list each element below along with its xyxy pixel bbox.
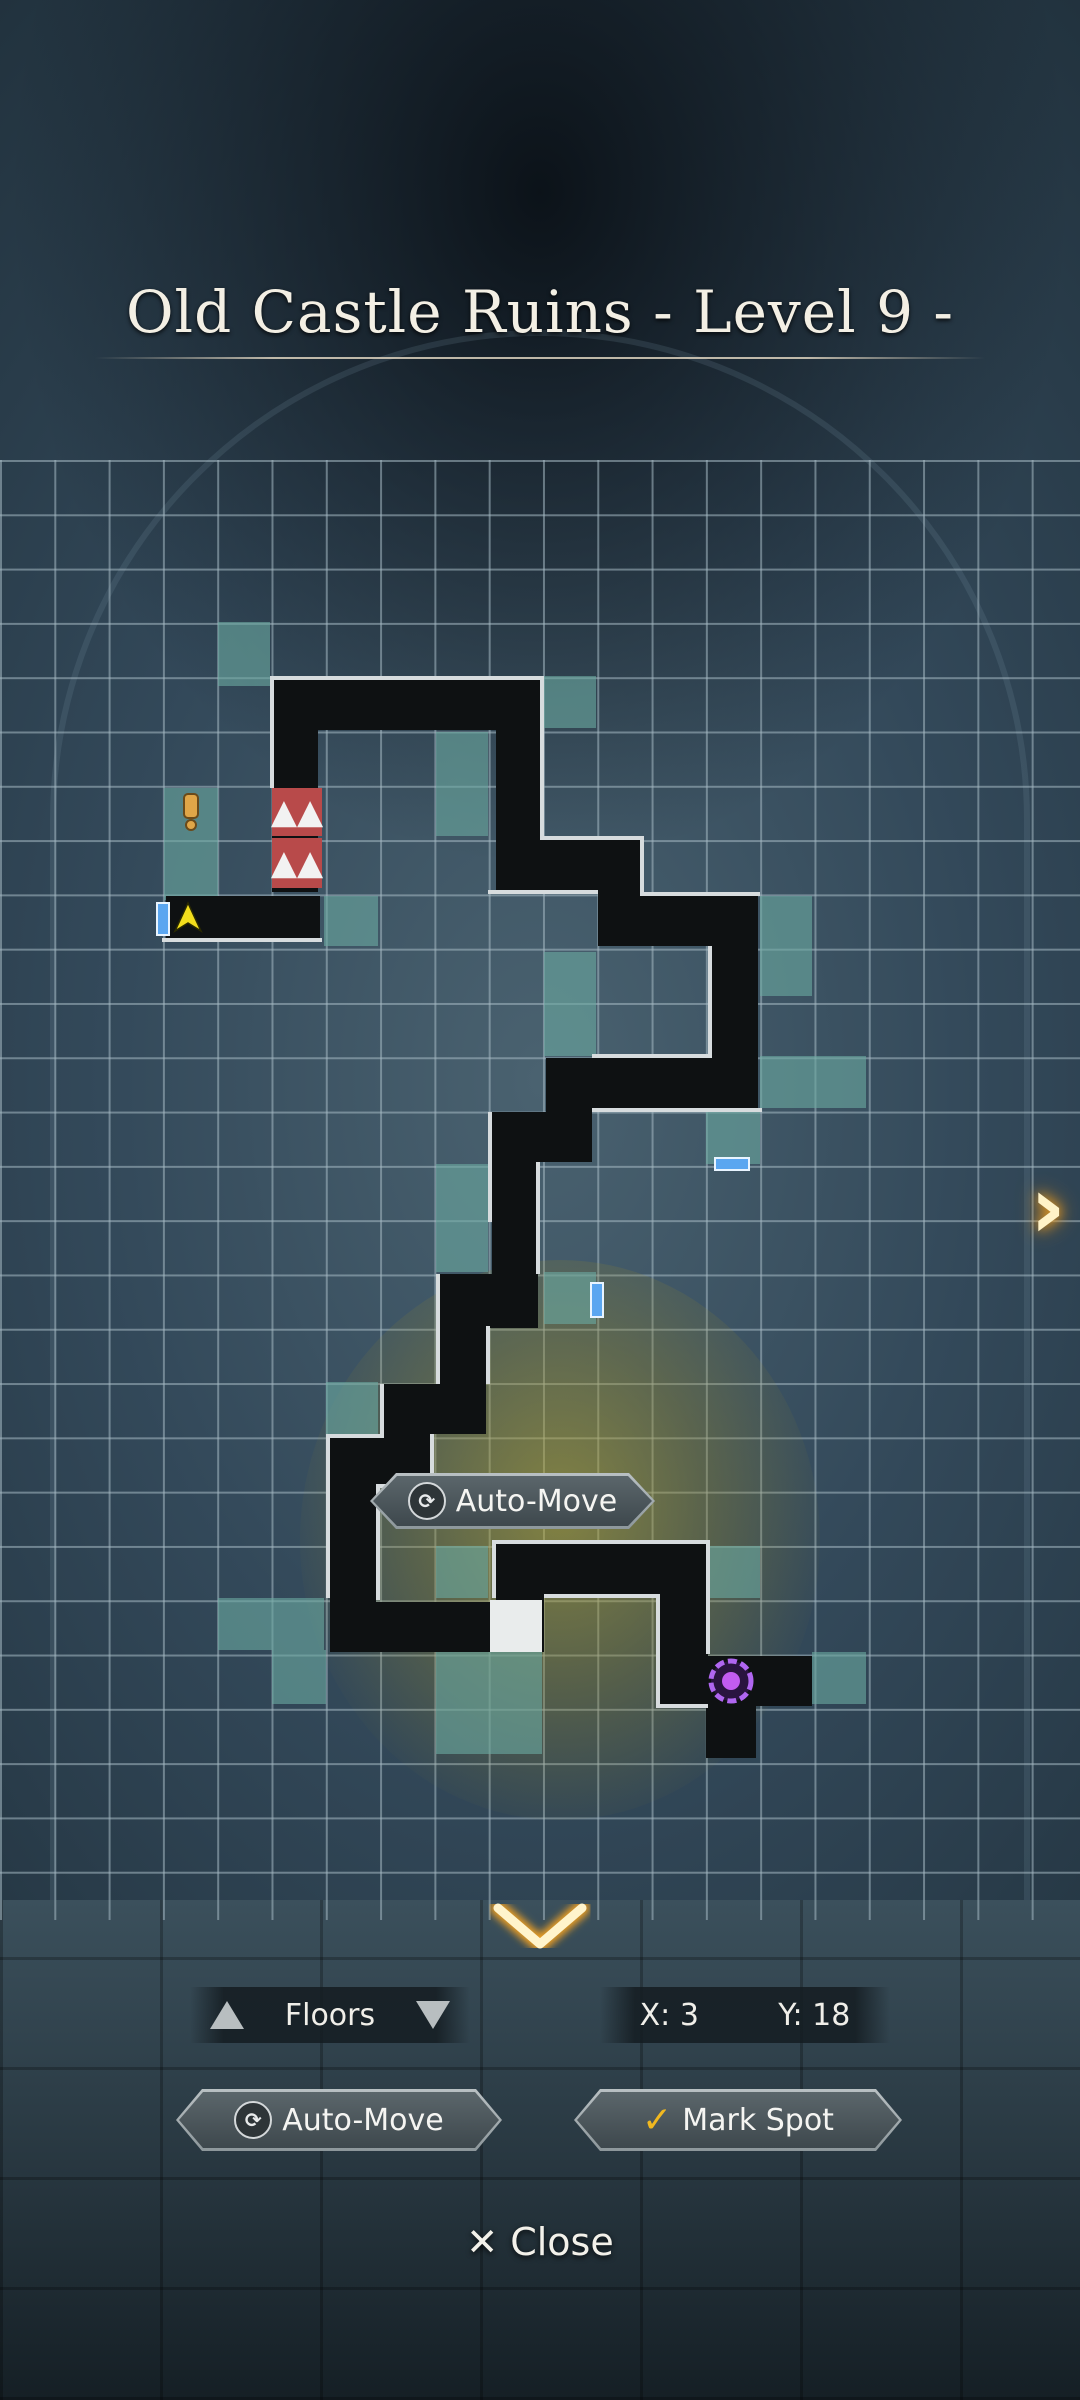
wall: [640, 892, 760, 896]
close-label: Close: [510, 2220, 614, 2264]
wall: [488, 890, 598, 894]
wall: [380, 1384, 384, 1434]
floor-up-icon[interactable]: [210, 2001, 244, 2029]
wall: [488, 1112, 492, 1222]
floors-label: Floors: [284, 1997, 376, 2033]
wall: [540, 676, 544, 836]
wall: [162, 938, 322, 942]
spike-trap-icon: ▲▲: [271, 788, 323, 836]
wall: [656, 1704, 708, 1708]
blue-door-icon: [156, 902, 170, 936]
auto-move-icon: ⟳: [234, 2101, 272, 2139]
wall: [486, 1326, 490, 1384]
wall: [492, 1540, 710, 1544]
wall: [326, 1434, 384, 1438]
explored-cell: [706, 1546, 760, 1598]
explored-cell: [540, 676, 596, 728]
close-button[interactable]: ✕ Close: [0, 2220, 1080, 2264]
explored-cell: [544, 1272, 596, 1324]
explored-cell: [436, 1546, 488, 1598]
blue-door-icon: [590, 1282, 604, 1318]
wall: [656, 1598, 660, 1706]
wall: [544, 1594, 660, 1598]
wall: [706, 1540, 710, 1654]
auto-move-tooltip-label: Auto-Move: [455, 1483, 618, 1519]
explored-cell: [544, 952, 596, 1056]
close-icon: ✕: [466, 2220, 499, 2264]
mark-spot-button[interactable]: ✓ Mark Spot: [574, 2089, 902, 2151]
explored-cell: [436, 1650, 542, 1754]
explored-cell: [436, 1164, 488, 1272]
explored-cell: [436, 732, 488, 836]
dungeon-map[interactable]: ▲▲ ▲▲ ⟳ Auto-Move: [0, 0, 1080, 2400]
wall: [436, 1274, 440, 1384]
mark-spot-label: Mark Spot: [682, 2102, 834, 2138]
exclamation-icon[interactable]: [176, 790, 206, 834]
wall: [592, 1054, 708, 1058]
wall: [326, 1438, 330, 1598]
explored-cell: [218, 622, 270, 686]
chevron-down-icon[interactable]: [488, 1898, 592, 1958]
explored-cell: [272, 1650, 326, 1704]
blue-door-icon: [714, 1157, 750, 1171]
selected-cell[interactable]: [490, 1600, 542, 1652]
wall: [536, 1162, 540, 1274]
auto-move-label: Auto-Move: [282, 2102, 444, 2138]
x-coordinate: X: 3: [639, 1997, 699, 2033]
wall: [640, 836, 644, 894]
explored-cell: [760, 1056, 866, 1108]
coordinates-bar: X: 3 Y: 18: [600, 1987, 890, 2043]
floors-bar: Floors: [190, 1987, 470, 2043]
explored-cell: [218, 1598, 324, 1650]
wall: [492, 1540, 496, 1598]
wall: [708, 946, 712, 1058]
path-segment: [330, 1602, 496, 1652]
wall: [270, 676, 274, 788]
explored-cell: [706, 1108, 760, 1164]
auto-move-tooltip[interactable]: ⟳ Auto-Move: [370, 1473, 655, 1529]
checkmark-icon: ✓: [642, 2099, 673, 2141]
wall: [592, 1108, 762, 1112]
wall: [540, 836, 644, 840]
floor-down-icon[interactable]: [415, 2001, 450, 2029]
yellow-arrow-icon: [172, 900, 204, 934]
chevron-right-icon[interactable]: ›: [1018, 1165, 1078, 1251]
purple-orb-icon[interactable]: [704, 1655, 758, 1707]
auto-move-button[interactable]: ⟳ Auto-Move: [176, 2089, 502, 2151]
spike-trap-icon: ▲▲: [271, 838, 323, 888]
y-coordinate: Y: 18: [778, 1997, 851, 2033]
explored-cell: [812, 1652, 866, 1704]
auto-move-icon: ⟳: [408, 1482, 446, 1520]
wall: [270, 676, 544, 680]
explored-cell: [760, 896, 812, 996]
explored-cell: [324, 896, 378, 946]
